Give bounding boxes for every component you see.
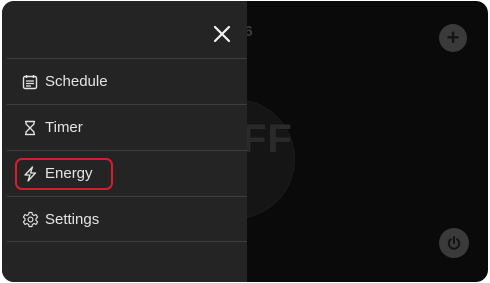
menu-item-schedule[interactable]: Schedule xyxy=(7,58,247,104)
menu-item-energy[interactable]: Energy xyxy=(7,150,247,196)
highlight-box xyxy=(15,158,113,190)
close-icon xyxy=(213,25,231,43)
side-drawer: Schedule Timer Energy Settings xyxy=(2,1,247,282)
calendar-icon xyxy=(21,73,39,91)
menu-item-label: Timer xyxy=(45,119,83,136)
plus-icon: + xyxy=(446,25,460,50)
menu-item-label: Settings xyxy=(45,210,100,228)
device-screen: FF :16 + xyxy=(2,1,488,282)
power-icon xyxy=(447,236,461,250)
gear-icon xyxy=(21,210,39,228)
hourglass-icon xyxy=(21,119,39,137)
drawer-menu: Schedule Timer Energy Settings xyxy=(2,58,247,242)
add-button[interactable]: + xyxy=(439,24,467,52)
menu-item-label: Schedule xyxy=(45,73,108,90)
close-button[interactable] xyxy=(209,21,235,47)
dial-text: FF xyxy=(242,117,293,161)
drawer-header xyxy=(2,1,247,56)
power-button[interactable] xyxy=(439,228,469,258)
menu-item-timer[interactable]: Timer xyxy=(7,104,247,150)
menu-item-settings[interactable]: Settings xyxy=(7,196,247,242)
